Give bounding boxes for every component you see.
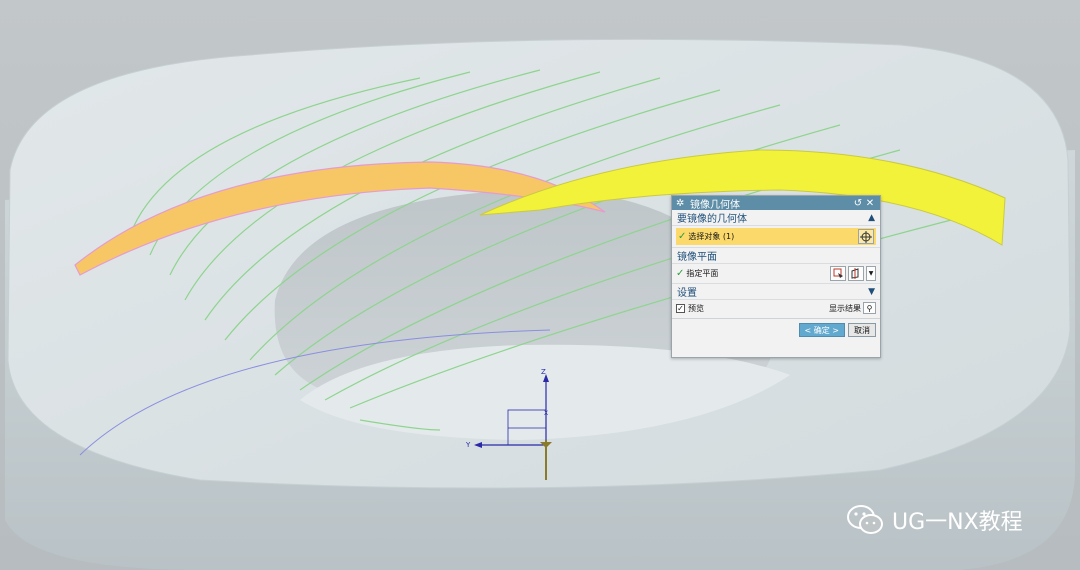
section-settings-label: 设置 [677, 288, 697, 299]
plane-dialog-button[interactable] [848, 266, 864, 281]
x-axis-label: X [544, 410, 548, 417]
z-axis-label: Z [541, 368, 546, 376]
plane-constructor-icon [851, 268, 858, 279]
plane-dropdown-button[interactable]: ▼ [866, 266, 876, 281]
plane-icon [833, 268, 843, 278]
chevron-down-icon: ▼ [868, 270, 874, 277]
y-axis-label: Y [465, 441, 471, 449]
section-plane-header[interactable]: 镜像平面 [672, 247, 880, 264]
watermark-text: UG一NX教程 [892, 510, 1023, 535]
preview-row: ✓ 预览 显示结果 ⚲ [672, 300, 880, 316]
ok-button[interactable]: < 确定 > [798, 323, 845, 337]
dialog-buttons-row: < 确定 > 取消 [672, 321, 880, 339]
select-object-label: 选择对象 (1) [688, 232, 735, 241]
section-geometry-header[interactable]: 要镜像的几何体 ▲ [672, 210, 880, 226]
section-geometry-label: 要镜像的几何体 [677, 214, 747, 225]
chevron-up-icon[interactable]: ▲ [868, 213, 875, 223]
dialog-title: 镜像几何体 [690, 199, 740, 211]
specify-plane-row[interactable]: ✓ 指定平面 ▼ [672, 264, 880, 283]
watermark: UG一NX教程 [846, 503, 1023, 537]
show-result-button[interactable]: ⚲ [863, 302, 876, 314]
dialog-separator [672, 318, 880, 319]
dialog-titlebar[interactable]: ✲ 镜像几何体 ↺ ✕ [672, 196, 880, 211]
select-object-row[interactable]: ✓ 选择对象 (1) [676, 228, 876, 245]
section-settings-header[interactable]: 设置 ▼ [672, 283, 880, 300]
plane-select-button[interactable] [830, 266, 846, 281]
reset-icon[interactable]: ↺ [852, 198, 864, 209]
gear-icon[interactable]: ✲ [676, 198, 686, 209]
close-icon[interactable]: ✕ [864, 198, 876, 209]
wechat-icon [847, 505, 883, 534]
check-icon: ✓ [678, 231, 687, 242]
crosshair-icon [860, 230, 872, 243]
cancel-button[interactable]: 取消 [848, 323, 876, 337]
magnifier-icon: ⚲ [866, 303, 873, 313]
section-plane-label: 镜像平面 [677, 252, 717, 263]
check-icon: ✓ [676, 268, 685, 279]
mirror-geometry-dialog: ✲ 镜像几何体 ↺ ✕ 要镜像的几何体 ▲ ✓ 选择对象 (1) 镜像平面 ✓ … [671, 195, 881, 358]
preview-checkbox[interactable]: ✓ [676, 303, 685, 313]
select-object-button[interactable] [858, 229, 874, 244]
show-result-label: 显示结果 [829, 303, 861, 313]
specify-plane-label: 指定平面 [686, 269, 719, 278]
chevron-down-icon[interactable]: ▼ [868, 287, 875, 297]
3d-viewport[interactable]: Z Y X [0, 0, 1080, 570]
preview-label: 预览 [688, 303, 704, 313]
